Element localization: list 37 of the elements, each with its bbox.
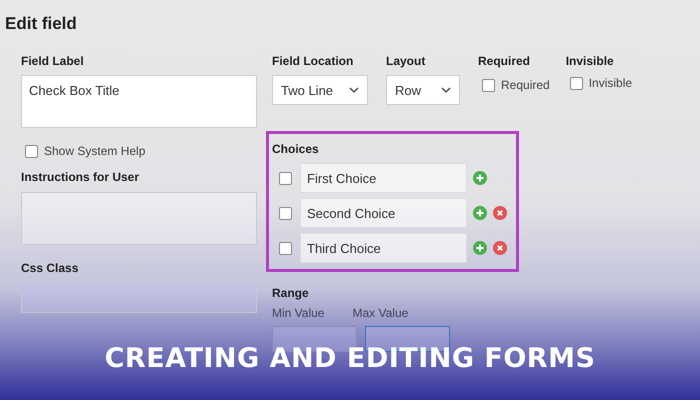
instructions-input[interactable] — [21, 192, 257, 245]
css-class-input[interactable] — [21, 283, 257, 313]
instructions-label: Instructions for User — [21, 170, 140, 184]
field-location-label: Field Location — [272, 54, 354, 68]
window-title: Edit field — [5, 14, 77, 34]
choice-input[interactable]: Second Choice — [300, 198, 467, 228]
choice-input[interactable]: Third Choice — [300, 233, 467, 263]
chevron-down-icon — [349, 87, 359, 93]
remove-icon[interactable] — [493, 206, 507, 220]
chevron-down-icon — [441, 87, 451, 93]
field-label-label: Field Label — [21, 54, 84, 68]
max-value-label: Max Value — [352, 306, 408, 320]
remove-icon[interactable] — [493, 241, 507, 255]
choices-heading: Choices — [272, 142, 319, 156]
layout-label: Layout — [386, 54, 426, 68]
checkbox-label: Required — [501, 78, 550, 92]
checkbox[interactable] — [570, 76, 583, 90]
field-location-select[interactable]: Two Line — [272, 75, 368, 105]
checkbox-label: Invisible — [588, 76, 632, 90]
required-heading: Required — [478, 54, 530, 68]
checkbox-label: Show System Help — [44, 144, 146, 158]
choice-input[interactable]: First Choice — [300, 163, 467, 193]
add-icon[interactable] — [473, 171, 487, 185]
checkbox[interactable] — [25, 144, 38, 158]
field-label-input[interactable]: Check Box Title — [21, 75, 257, 128]
range-heading: Range — [272, 286, 310, 300]
checkbox[interactable] — [482, 78, 495, 92]
checkbox[interactable] — [279, 242, 292, 254]
min-value-label: Min Value — [272, 306, 324, 320]
add-icon[interactable] — [473, 206, 487, 220]
checkbox[interactable] — [279, 172, 292, 184]
add-icon[interactable] — [473, 241, 487, 255]
checkbox[interactable] — [279, 206, 292, 220]
layout-select[interactable]: Row — [386, 75, 460, 105]
css-class-label: Css Class — [21, 261, 78, 275]
caption-banner-text: CREATING AND EDITING FORMS — [104, 343, 596, 374]
invisible-heading: Invisible — [566, 54, 614, 68]
